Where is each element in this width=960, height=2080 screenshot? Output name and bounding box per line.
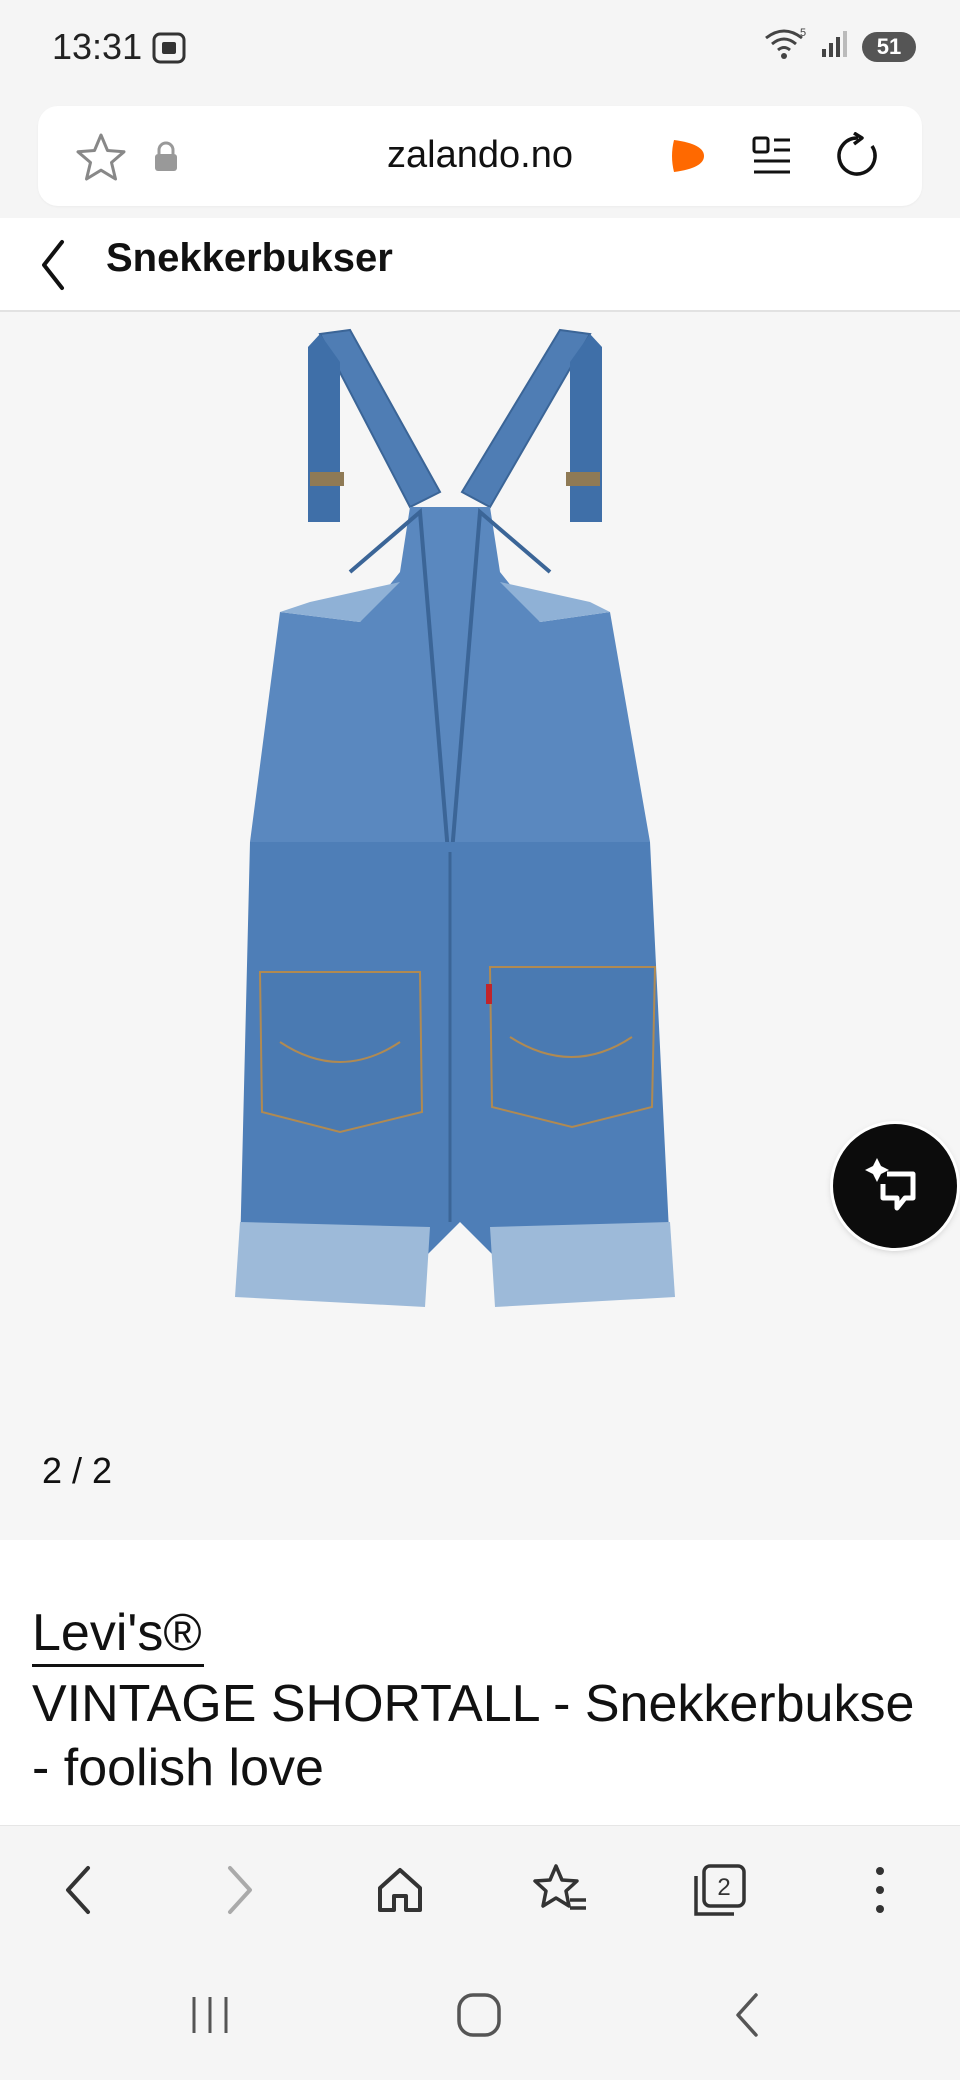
forward-icon[interactable] <box>200 1850 280 1930</box>
zalando-extension-icon[interactable] <box>668 136 708 181</box>
bookmarks-icon[interactable] <box>520 1850 600 1930</box>
product-image-overalls[interactable] <box>200 322 760 1322</box>
recent-apps-icon[interactable] <box>165 1980 255 2050</box>
status-bar: 13:31 5 51 <box>0 0 960 100</box>
svg-text:5: 5 <box>800 27 806 39</box>
product-image-gallery[interactable] <box>0 312 960 1540</box>
page-header: Snekkerbukser <box>0 218 960 312</box>
signal-icon <box>820 29 850 64</box>
status-indicators: 5 51 <box>764 26 916 67</box>
browser-toolbar <box>0 1825 960 1956</box>
screenshot-icon <box>150 30 188 71</box>
page-title: Snekkerbukser <box>106 236 393 280</box>
svg-text:2: 2 <box>717 1874 730 1901</box>
brand-link[interactable]: Levi's® <box>32 1602 204 1667</box>
tabs-icon[interactable]: 2 <box>680 1850 760 1930</box>
back-nav-icon[interactable] <box>703 1980 793 2050</box>
home-nav-icon[interactable] <box>434 1980 524 2050</box>
product-name: VINTAGE SHORTALL - Snekkerbukse - foolis… <box>32 1675 915 1797</box>
visual-search-icon <box>865 1158 916 1211</box>
home-icon[interactable] <box>360 1850 440 1930</box>
address-bar[interactable]: zalando.no <box>38 106 922 206</box>
back-arrow-icon[interactable] <box>36 238 72 297</box>
back-icon[interactable] <box>38 1850 118 1930</box>
reader-mode-icon[interactable] <box>750 134 794 183</box>
status-time: 13:31 <box>52 26 143 67</box>
ai-search-button[interactable] <box>833 1124 957 1248</box>
image-counter: 2 / 2 <box>42 1450 113 1491</box>
more-icon[interactable] <box>840 1850 920 1930</box>
battery-indicator: 51 <box>862 31 916 62</box>
wifi-icon: 5 <box>764 26 808 67</box>
reload-icon[interactable] <box>834 131 882 185</box>
